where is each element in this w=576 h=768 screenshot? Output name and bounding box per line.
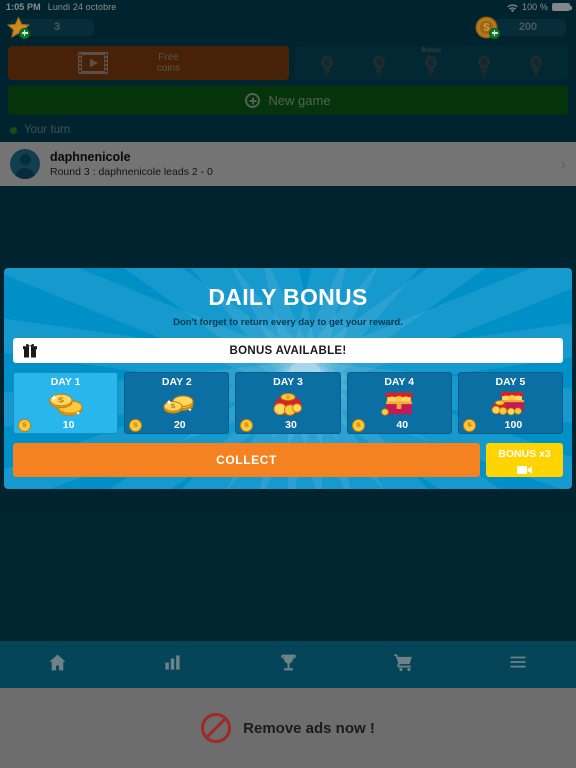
nav-item-stats[interactable]: [115, 653, 230, 677]
plus-circle-icon: [245, 93, 261, 108]
daily-bonus-modal: DAILY BONUS Don't forget to return every…: [4, 268, 572, 489]
bonus-x3-button[interactable]: BONUS x3: [486, 443, 563, 477]
daily-bonus-days: DAY 1 10 DAY 2 20 DAY 3 30 DAY 4 40 DAY …: [13, 372, 564, 434]
bottom-navigation: [0, 641, 576, 688]
add-stars-icon[interactable]: [19, 27, 30, 39]
bar-chart-icon: [163, 653, 182, 677]
day-card[interactable]: DAY 5 100: [457, 372, 564, 434]
day-label: DAY 3: [273, 376, 303, 388]
day-footer: 100: [459, 418, 562, 432]
no-ads-icon: [201, 713, 232, 743]
coins-stack-icon: [125, 388, 228, 418]
bonus-x3-label: BONUS x3: [498, 448, 551, 460]
lightbulb-icon: [318, 55, 336, 77]
treasure-chest-icon: [348, 388, 451, 418]
your-turn-label: Your turn: [24, 124, 71, 136]
player-name: daphnenicole: [50, 149, 131, 164]
lightbulb-icon: [422, 55, 440, 77]
coin-icon: [129, 418, 143, 432]
day-card[interactable]: DAY 1 10: [13, 372, 119, 434]
video-camera-icon: [517, 462, 532, 474]
bonus-caption: Bonus: [421, 48, 442, 54]
lightbulb-icon: [475, 55, 493, 77]
your-turn-section-header: Your turn: [0, 115, 576, 142]
player-subtitle: Round 3 : daphnenicole leads 2 - 0: [50, 165, 213, 178]
day-label: DAY 5: [495, 376, 526, 388]
nav-item-tournaments[interactable]: [230, 652, 345, 678]
hamburger-menu-icon: [508, 652, 528, 677]
status-time: 1:05 PM: [6, 2, 41, 12]
nav-item-shop[interactable]: [346, 652, 461, 678]
battery-percent: 100 %: [521, 2, 548, 12]
collect-button[interactable]: COLLECT: [13, 443, 480, 477]
app-root: 1:05 PM Lundi 24 octobre 100 % 3 200 Fre…: [0, 0, 576, 768]
day-footer: 10: [14, 418, 117, 432]
treasure-chest-bags-icon: [459, 388, 562, 418]
player-text-block: daphnenicole Round 3 : daphnenicole lead…: [50, 150, 213, 179]
day-footer: 40: [348, 418, 451, 432]
gift-icon: [23, 343, 37, 358]
status-date: Lundi 24 octobre: [47, 2, 117, 12]
lightbulb-icon: [370, 55, 388, 77]
status-bar: 1:05 PM Lundi 24 octobre 100 %: [0, 0, 576, 14]
day-label: DAY 4: [384, 376, 415, 388]
bonus-available-label: BONUS AVAILABLE!: [229, 344, 347, 357]
new-game-label: New game: [268, 93, 331, 108]
lightbulb-icon: [527, 55, 545, 77]
free-coins-line2: coins: [156, 63, 181, 74]
day-footer: 30: [236, 418, 339, 432]
nav-item-menu[interactable]: [461, 652, 576, 677]
free-coins-button[interactable]: Free coins: [8, 46, 289, 80]
top-action-bar: Free coins Bonus: [0, 40, 576, 80]
currency-row: 3 200: [0, 14, 576, 40]
green-dot-icon: [10, 126, 17, 134]
coin-icon: [351, 418, 365, 432]
remove-ads-label: Remove ads now !: [243, 719, 375, 737]
chevron-right-icon[interactable]: ›: [560, 155, 566, 173]
coins-stack-icon: [14, 388, 117, 418]
battery-icon: [552, 3, 572, 11]
remove-ads-banner[interactable]: Remove ads now !: [0, 688, 576, 768]
cart-icon: [393, 652, 414, 678]
day-label: DAY 2: [161, 376, 192, 388]
day-label: DAY 1: [50, 376, 81, 388]
coin-currency[interactable]: 200: [475, 15, 566, 39]
day-footer: 20: [125, 418, 228, 432]
home-icon: [47, 652, 68, 678]
coin-icon: [462, 418, 476, 432]
nav-item-home[interactable]: [0, 652, 115, 678]
daily-bonus-title: DAILY BONUS: [208, 284, 368, 310]
free-coins-label: Free coins: [8, 52, 289, 74]
free-coins-line1: Free: [158, 52, 179, 63]
day-card[interactable]: DAY 2 20: [124, 372, 230, 434]
daily-bonus-actions: COLLECT BONUS x3: [13, 443, 563, 477]
money-bag-icon: [236, 388, 339, 418]
coin-icon: [240, 418, 254, 432]
bonus-available-banner: BONUS AVAILABLE!: [13, 338, 563, 363]
new-game-button[interactable]: New game: [8, 86, 568, 115]
daily-bonus-subtitle: Don't forget to return every day to get …: [173, 317, 403, 328]
daily-bonus-content: DAILY BONUS Don't forget to return every…: [4, 268, 572, 489]
status-bar-right: 100 %: [507, 2, 572, 13]
add-coins-icon[interactable]: [489, 27, 500, 39]
wifi-icon: [507, 3, 518, 13]
trophy-icon: [278, 652, 299, 678]
video-film-icon: [78, 52, 108, 74]
day-card[interactable]: DAY 3 30: [235, 372, 341, 434]
avatar-icon: [10, 149, 40, 179]
coin-icon: [18, 418, 31, 432]
bonus-bulbs-bar[interactable]: Bonus: [295, 46, 568, 80]
star-currency[interactable]: 3: [6, 15, 94, 39]
game-list-item[interactable]: daphnenicole Round 3 : daphnenicole lead…: [0, 142, 576, 186]
status-bar-left: 1:05 PM Lundi 24 octobre: [6, 2, 116, 12]
day-card[interactable]: DAY 4 40: [346, 372, 452, 434]
